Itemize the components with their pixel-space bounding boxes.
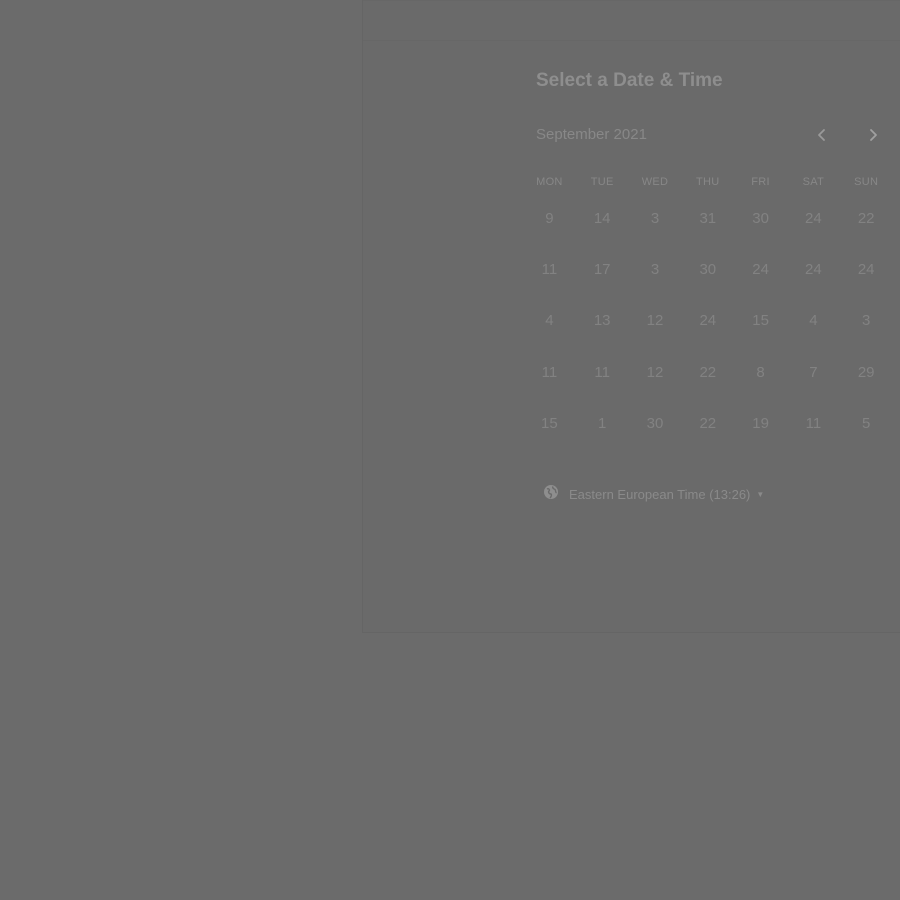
- weekday-tue: TUE: [590, 176, 614, 188]
- calendar-week-5: 15 1 30 22 19 11 5: [523, 413, 893, 435]
- calendar-day[interactable]: 13: [576, 310, 629, 332]
- calendar-day[interactable]: 22: [681, 362, 734, 384]
- calendar-day[interactable]: 19: [734, 413, 787, 435]
- chevron-left-icon: [817, 128, 827, 142]
- calendar-day[interactable]: 17: [576, 259, 629, 281]
- scheduler-panel: Select a Date & Time September 2021 MON …: [362, 0, 900, 633]
- calendar-day[interactable]: 11: [523, 362, 576, 384]
- calendar-day[interactable]: 4: [787, 310, 840, 332]
- weekday-sun: SUN: [854, 176, 879, 188]
- calendar-day[interactable]: 5: [840, 413, 893, 435]
- calendar-day[interactable]: 7: [787, 362, 840, 384]
- next-month-button[interactable]: [860, 122, 886, 148]
- calendar-week-3: 4 13 12 24 15 4 3: [523, 310, 893, 332]
- calendar-week-1: 9 14 3 31 30 24 22: [523, 208, 893, 230]
- page: Select a Date & Time September 2021 MON …: [0, 0, 900, 900]
- calendar-day[interactable]: 11: [523, 259, 576, 281]
- calendar-day[interactable]: 4: [523, 310, 576, 332]
- previous-month-button[interactable]: [809, 122, 835, 148]
- caret-down-icon: ▼: [756, 490, 765, 499]
- calendar-day[interactable]: 31: [681, 208, 734, 230]
- calendar-day[interactable]: 3: [629, 259, 682, 281]
- calendar-day[interactable]: 22: [840, 208, 893, 230]
- calendar-day[interactable]: 9: [523, 208, 576, 230]
- weekday-header: MON TUE WED THU FRI SAT SUN: [523, 176, 893, 188]
- calendar-day[interactable]: 12: [629, 362, 682, 384]
- calendar-day[interactable]: 30: [681, 259, 734, 281]
- calendar-week-4: 11 11 12 22 8 7 29: [523, 362, 893, 384]
- weekday-fri: FRI: [751, 176, 770, 188]
- calendar-day[interactable]: 1: [576, 413, 629, 435]
- calendar-day[interactable]: 30: [629, 413, 682, 435]
- calendar-day[interactable]: 15: [734, 310, 787, 332]
- weekday-wed: WED: [641, 176, 669, 188]
- calendar-day[interactable]: 24: [840, 259, 893, 281]
- panel-header-band: [363, 0, 900, 41]
- calendar-day[interactable]: 22: [681, 413, 734, 435]
- calendar-day[interactable]: 8: [734, 362, 787, 384]
- calendar-day[interactable]: 24: [787, 208, 840, 230]
- calendar-day[interactable]: 24: [787, 259, 840, 281]
- calendar-week-2: 11 17 3 30 24 24 24: [523, 259, 893, 281]
- calendar-day[interactable]: 29: [840, 362, 893, 384]
- calendar-day[interactable]: 24: [681, 310, 734, 332]
- timezone-selector[interactable]: Eastern European Time (13:26) ▼: [543, 484, 764, 505]
- calendar-day[interactable]: 14: [576, 208, 629, 230]
- globe-icon: [543, 484, 559, 505]
- weekday-mon: MON: [536, 176, 563, 188]
- month-label: September 2021: [536, 126, 647, 143]
- calendar-day[interactable]: 30: [734, 208, 787, 230]
- calendar-day[interactable]: 3: [629, 208, 682, 230]
- weekday-thu: THU: [696, 176, 720, 188]
- calendar-day[interactable]: 3: [840, 310, 893, 332]
- calendar-day[interactable]: 11: [787, 413, 840, 435]
- page-title: Select a Date & Time: [536, 70, 723, 91]
- calendar-day[interactable]: 11: [576, 362, 629, 384]
- timezone-label: Eastern European Time (13:26): [569, 487, 751, 502]
- weekday-sat: SAT: [802, 176, 825, 188]
- calendar-day[interactable]: 15: [523, 413, 576, 435]
- calendar-day[interactable]: 24: [734, 259, 787, 281]
- calendar-day[interactable]: 12: [629, 310, 682, 332]
- chevron-right-icon: [868, 128, 878, 142]
